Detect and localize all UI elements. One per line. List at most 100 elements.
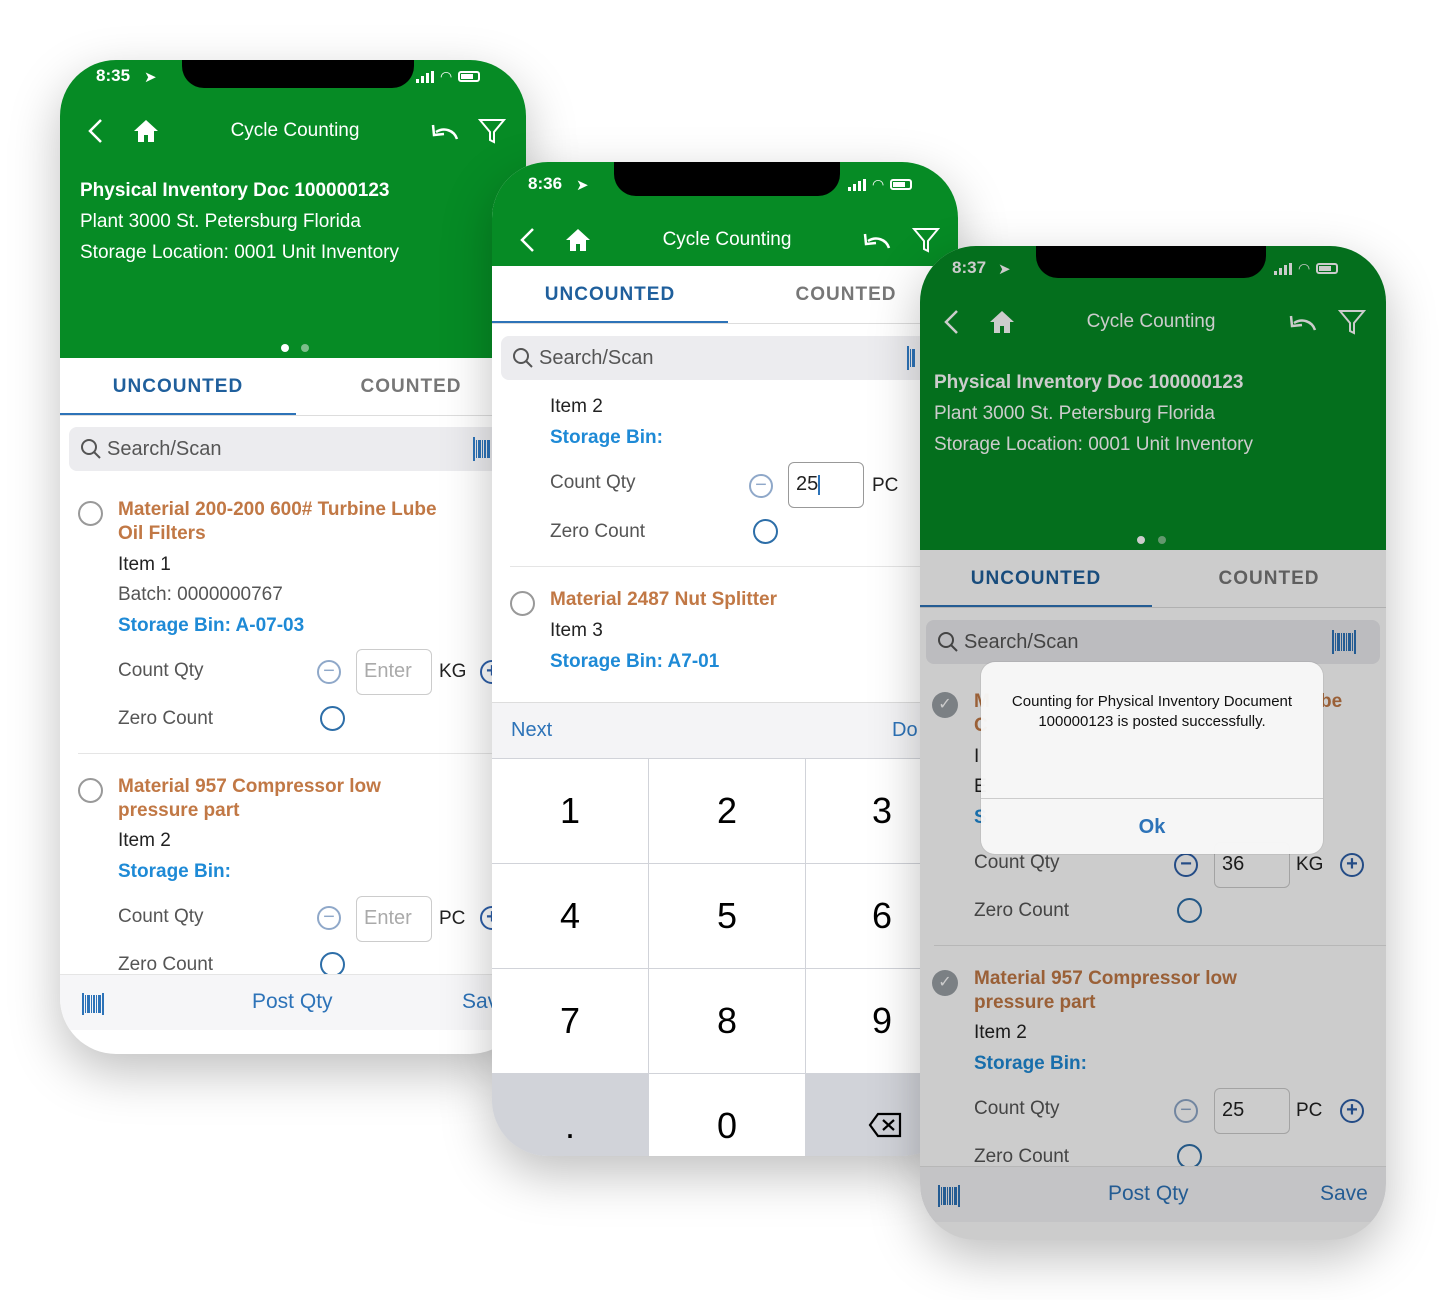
barcode-scan-icon[interactable] [907, 346, 915, 370]
dialog-message: Counting for Physical Inventory Document… [1011, 693, 1293, 730]
page-dot[interactable] [301, 344, 309, 352]
key-7[interactable]: 7 [492, 969, 648, 1073]
keyboard-toolbar: Next Do [492, 702, 958, 758]
unit-label: PC [439, 908, 466, 929]
material-line-2: Oil Filters [118, 523, 206, 544]
item-number: Item 3 [550, 620, 603, 641]
key-decimal[interactable]: . [492, 1074, 648, 1156]
zero-count-radio[interactable] [320, 706, 345, 731]
phone-screen-1: 8:35 ➤ ◠ Cycle Counting Physical Invento… [60, 60, 526, 1054]
next-button[interactable]: Next [511, 719, 552, 742]
material-line-1: Material 957 Compressor low [118, 776, 381, 797]
decrement-button[interactable]: − [317, 906, 341, 930]
notch [614, 162, 840, 196]
barcode-scan-icon[interactable] [473, 437, 490, 461]
plant-text: Plant 3000 St. Petersburg Florida [80, 211, 361, 232]
key-0[interactable]: 0 [649, 1074, 805, 1156]
search-placeholder: Search/Scan [539, 347, 654, 369]
select-radio[interactable] [510, 591, 535, 616]
material-line-2: pressure part [118, 800, 240, 821]
select-radio[interactable] [78, 778, 103, 803]
success-dialog: Counting for Physical Inventory Document… [981, 662, 1323, 854]
count-qty-input[interactable]: Enter [356, 649, 432, 695]
undo-icon[interactable] [430, 122, 460, 142]
location-arrow-icon: ➤ [144, 69, 157, 86]
tab-uncounted[interactable]: UNCOUNTED [60, 358, 296, 416]
decrement-button[interactable]: − [749, 474, 773, 498]
done-button[interactable]: Do [892, 719, 918, 742]
location-arrow-icon: ➤ [576, 177, 589, 194]
back-icon[interactable] [518, 227, 538, 253]
location-text: Storage Location: 0001 Unit Inventory [80, 242, 399, 263]
tab-bar: UNCOUNTED COUNTED [60, 358, 526, 416]
post-qty-button[interactable]: Post Qty [252, 990, 333, 1014]
count-qty-label: Count Qty [118, 660, 204, 681]
key-4[interactable]: 4 [492, 864, 648, 968]
search-input[interactable]: Search/Scan [501, 336, 951, 380]
doc-header: Physical Inventory Doc 100000123 Plant 3… [80, 175, 399, 268]
bottom-toolbar: Post Qty Sav [60, 974, 526, 1030]
undo-icon[interactable] [862, 231, 892, 251]
key-2[interactable]: 2 [649, 759, 805, 863]
unit-label: PC [872, 475, 899, 496]
storage-bin: Storage Bin: A-07-03 [118, 615, 305, 636]
key-1[interactable]: 1 [492, 759, 648, 863]
tab-uncounted[interactable]: UNCOUNTED [492, 266, 728, 324]
wifi-icon: ◠ [872, 176, 885, 192]
ok-button[interactable]: Ok [981, 798, 1323, 854]
tab-underline [492, 321, 728, 323]
numeric-keypad: 1 2 3 4 5 6 7 8 9 . 0 [492, 758, 958, 1156]
zero-count-radio[interactable] [753, 519, 778, 544]
key-8[interactable]: 8 [649, 969, 805, 1073]
item-number: Item 1 [118, 554, 171, 575]
search-input[interactable]: Search/Scan [69, 427, 519, 471]
storage-bin: Storage Bin: [118, 861, 231, 882]
qty-value: 25 [796, 473, 819, 495]
battery-icon [890, 179, 913, 190]
item-number: Item 2 [550, 396, 603, 417]
home-icon[interactable] [564, 227, 592, 253]
back-icon[interactable] [86, 118, 106, 144]
tab-underline [60, 413, 296, 415]
home-icon[interactable] [132, 118, 160, 144]
decrement-button[interactable]: − [317, 660, 341, 684]
count-qty-input[interactable]: 25 [788, 462, 864, 508]
select-radio[interactable] [78, 501, 103, 526]
text-cursor [818, 474, 821, 495]
notch [182, 60, 414, 88]
backspace-icon [868, 1112, 902, 1138]
count-qty-label: Count Qty [550, 472, 636, 493]
material-title: Material 2487 Nut Splitter [550, 589, 778, 610]
zero-count-label: Zero Count [118, 954, 214, 975]
zero-count-label: Zero Count [550, 521, 646, 542]
barcode-scan-icon[interactable] [82, 993, 104, 1015]
search-placeholder: Search/Scan [107, 438, 222, 460]
battery-icon [458, 71, 481, 82]
search-icon [81, 439, 101, 459]
zero-count-label: Zero Count [118, 708, 214, 729]
count-qty-label: Count Qty [118, 906, 204, 927]
status-icons: ◠ [416, 68, 481, 85]
phone-screen-2: 8:36 ➤ ◠ Cycle Counting UNCOUNTED COUNTE… [492, 162, 958, 1156]
material-title: Material 957 Compressor low pressure par… [118, 775, 518, 823]
status-time: 8:36 [528, 174, 563, 193]
app-title: Cycle Counting [662, 229, 792, 250]
storage-bin: Storage Bin: A7-01 [550, 651, 720, 672]
filter-icon[interactable] [478, 118, 506, 144]
page-dot-active[interactable] [281, 344, 289, 352]
status-time: 8:35 [96, 66, 131, 85]
key-5[interactable]: 5 [649, 864, 805, 968]
search-icon [513, 348, 533, 368]
doc-number: Physical Inventory Doc 100000123 [80, 180, 390, 201]
material-line-1: Material 200-200 600# Turbine Lube [118, 499, 437, 520]
item-number: Item 2 [118, 830, 171, 851]
count-qty-input[interactable]: Enter [356, 896, 432, 942]
signal-icon [416, 70, 434, 83]
batch-text: Batch: 0000000767 [118, 584, 283, 605]
unit-label: KG [439, 661, 467, 682]
divider [510, 566, 958, 567]
tab-bar: UNCOUNTED COUNTED [492, 266, 958, 324]
status-icons: ◠ [848, 176, 913, 193]
app-title: Cycle Counting [230, 120, 360, 141]
material-title: Material 200-200 600# Turbine Lube Oil F… [118, 498, 518, 546]
